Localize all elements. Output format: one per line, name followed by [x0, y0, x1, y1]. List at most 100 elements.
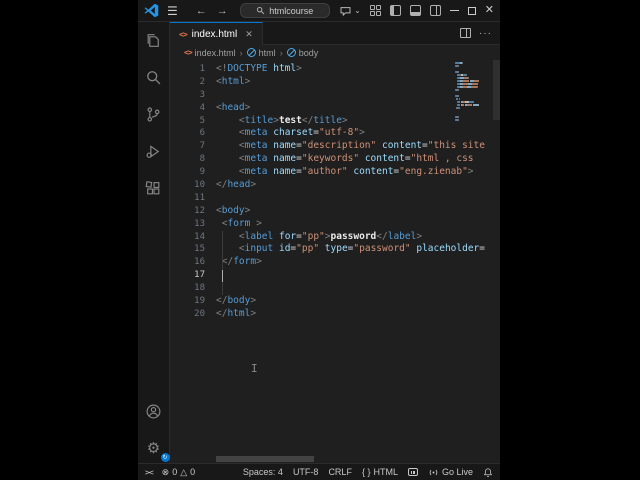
breadcrumb-label: html — [258, 47, 276, 58]
menu-icon[interactable]: ☰ — [167, 5, 178, 17]
line-number: 10 — [194, 180, 205, 191]
code-line[interactable]: 3 — [170, 89, 500, 102]
line-number: 15 — [194, 244, 205, 255]
language-indicator[interactable]: { } HTML — [362, 467, 398, 477]
language-label: HTML — [373, 467, 398, 477]
code-line[interactable]: 11 — [170, 192, 500, 205]
line-number: 20 — [194, 308, 205, 319]
code-line[interactable]: 12 <body> — [170, 205, 500, 218]
breadcrumb-label: index.html — [194, 47, 236, 58]
command-center-search[interactable]: htmlcourse — [239, 3, 330, 18]
line-number: 8 — [199, 154, 205, 165]
split-editor-icon[interactable] — [460, 28, 471, 38]
line-text: <meta charset="utf-8"> — [238, 127, 365, 139]
symbol-tag-icon — [246, 48, 256, 57]
indentation-indicator[interactable]: Spaces: 4 — [243, 467, 283, 477]
vertical-scrollbar[interactable] — [493, 60, 500, 120]
settings-gear-icon[interactable]: ⚙ ↻ — [143, 437, 170, 462]
code-line[interactable]: 8 <meta name="keywords" content="html , … — [170, 153, 500, 166]
notifications-bell-icon[interactable] — [483, 467, 493, 478]
warning-count: 0 — [190, 467, 196, 477]
line-text: <input id="pp" type="password" placehold… — [238, 243, 485, 255]
chat-button[interactable]: ⌄ — [339, 5, 361, 17]
maximize-button[interactable] — [467, 6, 476, 15]
line-number: 16 — [194, 257, 205, 268]
more-actions-icon[interactable]: ··· — [479, 28, 492, 39]
braces-icon: { } — [361, 467, 371, 477]
code-line[interactable]: 20 </html> — [170, 308, 500, 321]
code-line[interactable]: 4 <head> — [170, 102, 500, 115]
horizontal-scrollbar[interactable] — [216, 456, 314, 462]
line-text — [205, 282, 216, 295]
line-number: 18 — [194, 283, 205, 294]
search-sidebar-icon[interactable] — [143, 66, 165, 88]
line-number: 1 — [199, 64, 205, 74]
close-window-button[interactable]: ✕ — [485, 5, 494, 16]
code-line[interactable]: 15 <input id="pp" type="password" placeh… — [170, 243, 500, 256]
encoding-indicator[interactable]: UTF-8 — [293, 467, 319, 477]
line-number: 6 — [199, 128, 205, 139]
line-number: 7 — [199, 141, 205, 152]
back-icon[interactable]: ← — [196, 5, 207, 17]
code-line[interactable]: 10 </head> — [170, 179, 500, 192]
extensions-icon[interactable] — [143, 177, 165, 199]
run-and-debug-icon[interactable] — [143, 140, 165, 162]
line-text: </head> — [216, 179, 257, 191]
code-editor[interactable]: 1 <!DOCTYPE html> 2 <html> 3 4 <head> 5 <title>… — [170, 60, 500, 463]
code-line[interactable]: 1 <!DOCTYPE html> — [170, 63, 500, 76]
line-text: <title>test</title> — [238, 114, 348, 126]
code-line[interactable]: 6 <meta charset="utf-8"> — [170, 127, 500, 140]
code-line[interactable]: 5 <title>test</title> — [170, 115, 500, 128]
forward-icon[interactable]: → — [217, 5, 228, 17]
line-number: 19 — [194, 296, 205, 307]
line-number: 11 — [194, 192, 205, 203]
chevron-right-icon: › — [279, 47, 283, 58]
robot-extension-icon[interactable] — [407, 468, 418, 476]
tab-close-icon[interactable]: ✕ — [245, 29, 253, 40]
line-text: <form > — [221, 217, 262, 229]
customize-layout-button[interactable] — [369, 5, 381, 16]
code-line[interactable]: 2 <html> — [170, 76, 500, 89]
line-text — [205, 269, 216, 282]
line-text: <html> — [216, 75, 251, 87]
line-number: 14 — [194, 231, 205, 242]
eol-indicator[interactable]: CRLF — [328, 467, 352, 477]
minimize-button[interactable] — [449, 10, 459, 11]
breadcrumb-item-file[interactable]: <> index.html — [184, 48, 236, 58]
problems-indicator[interactable]: ⊗ 0 △ 0 — [162, 467, 196, 478]
toggle-secondary-sidebar-button[interactable] — [429, 5, 441, 16]
chat-icon — [340, 6, 351, 16]
search-icon — [257, 6, 265, 15]
code-line[interactable]: 18 — [170, 282, 500, 295]
line-text: </html> — [216, 307, 257, 319]
explorer-icon[interactable] — [143, 29, 165, 51]
code-line[interactable]: 13 <form > — [170, 218, 500, 231]
breadcrumb: <> index.html › html › body — [170, 45, 500, 60]
code-line[interactable]: 14 <label for="pp">password</label> — [170, 231, 500, 244]
code-line[interactable]: 7 <meta name="description" content="this… — [170, 140, 500, 153]
breadcrumb-item-body[interactable]: body — [286, 48, 318, 58]
line-text: <label for="pp">password</label> — [238, 230, 423, 242]
code-line[interactable]: 9 <meta name="author" content="eng.ziena… — [170, 166, 500, 179]
open-remote-icon[interactable]: >< — [145, 468, 154, 477]
tab-index-html[interactable]: <> index.html ✕ — [170, 22, 263, 45]
go-live-button[interactable]: Go Live — [428, 467, 473, 477]
toggle-panel-button[interactable] — [409, 5, 421, 16]
line-number: 17 — [194, 270, 205, 281]
settings-badge: ↻ — [160, 453, 170, 462]
line-text: </form> — [221, 256, 262, 268]
source-control-icon[interactable] — [143, 103, 165, 125]
line-number: 12 — [194, 205, 205, 216]
breadcrumb-item-html[interactable]: html — [246, 47, 276, 58]
mouse-ibeam-cursor: I — [251, 362, 258, 375]
screenshot-root: { "colors": { "accent": "#0078d4", "edit… — [0, 0, 640, 480]
code-lines: 1 <!DOCTYPE html> 2 <html> 3 4 <head> 5 <title>… — [170, 63, 500, 321]
minimap[interactable] — [455, 62, 491, 122]
status-bar: >< ⊗ 0 △ 0 Spaces: 4 UTF-8 CRLF { } HTML… — [138, 463, 500, 480]
toggle-primary-sidebar-button[interactable] — [389, 5, 401, 16]
code-line[interactable]: 17 — [170, 269, 500, 282]
code-line[interactable]: 16 </form> — [170, 256, 500, 269]
code-line[interactable]: 19 </body> — [170, 295, 500, 308]
search-value: htmlcourse — [269, 5, 314, 16]
accounts-icon[interactable] — [143, 400, 165, 422]
